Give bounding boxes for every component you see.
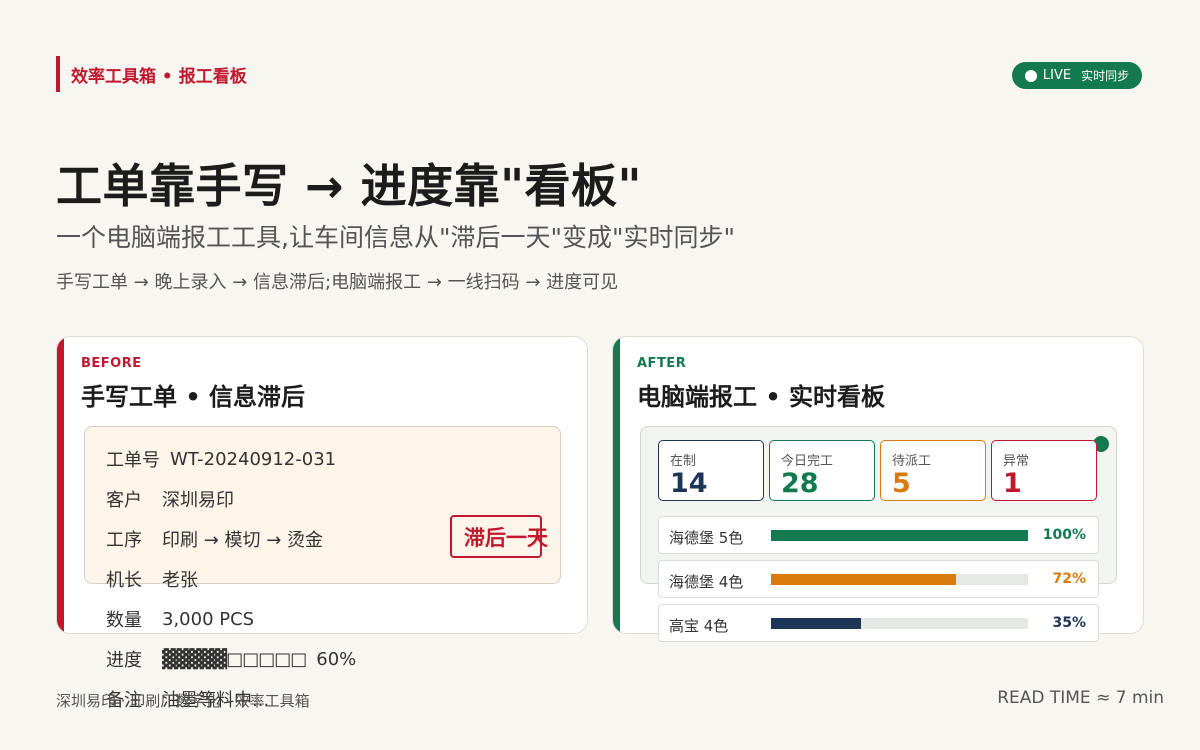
- before-accent-bar: [57, 337, 64, 633]
- order-label: 客户: [106, 490, 142, 511]
- after-tag: AFTER: [637, 356, 687, 371]
- order-value: 深圳易印: [162, 490, 234, 511]
- live-sub-label: 实时同步: [1081, 69, 1130, 83]
- machine-progress-track: [771, 574, 1028, 585]
- order-label: 工单号: [106, 450, 160, 471]
- before-title: 手写工单 • 信息滞后: [81, 383, 306, 411]
- stat-value: 14: [670, 468, 708, 499]
- machine-progress-fill: [771, 530, 1028, 541]
- live-status-badge: LIVE 实时同步: [1012, 62, 1142, 89]
- delay-stamp: 滞后一天: [450, 515, 548, 558]
- order-label: 进度: [106, 650, 142, 671]
- machine-row: 高宝 4色 35%: [658, 604, 1099, 642]
- machine-progress-track: [771, 530, 1028, 541]
- order-label: 数量: [106, 610, 142, 631]
- process-flow: 手写工单 → 晚上录入 → 信息滞后;电脑端报工 → 一线扫码 → 进度可见: [56, 272, 619, 293]
- machine-percent: 35%: [1052, 615, 1086, 631]
- page-headline: 工单靠手写 → 进度靠"看板": [56, 159, 643, 213]
- footer-credit: 深圳易印 · 印刷厂数字化 · 效率工具箱: [56, 692, 310, 710]
- stat-value: 28: [781, 468, 819, 499]
- order-label: 机长: [106, 570, 142, 591]
- before-tag: BEFORE: [81, 356, 142, 371]
- order-value: 60%: [316, 648, 357, 670]
- stat-card-exception: 异常 1: [991, 440, 1097, 501]
- machine-progress-fill: [771, 574, 957, 585]
- stat-card-done-today: 今日完工 28: [769, 440, 875, 501]
- order-row-number: 工单号 WT-20240912-031: [106, 446, 336, 472]
- live-dot-icon: [1024, 69, 1037, 82]
- page-subline: 一个电脑端报工工具,让车间信息从"滞后一天"变成"实时同步": [56, 223, 735, 252]
- stat-label: 在制: [670, 454, 697, 469]
- machine-row: 海德堡 4色 72%: [658, 560, 1099, 598]
- machine-name: 海德堡 5色: [669, 529, 744, 547]
- stat-value: 1: [1003, 468, 1022, 499]
- machine-progress-fill: [771, 618, 861, 629]
- order-label: 工序: [106, 530, 142, 551]
- progress-glyph-bar: ▓▓▓▓▓□□□□□: [162, 648, 307, 670]
- machine-percent: 100%: [1042, 527, 1086, 543]
- stat-label: 今日完工: [781, 454, 834, 469]
- after-title: 电脑端报工 • 实时看板: [637, 383, 886, 411]
- stat-value: 5: [892, 468, 911, 499]
- stat-card-pending: 待派工 5: [880, 440, 986, 501]
- order-value: 印刷 → 模切 → 烫金: [162, 530, 324, 551]
- order-row-process: 工序 印刷 → 模切 → 烫金: [106, 526, 323, 552]
- order-value: WT-20240912-031: [170, 448, 337, 470]
- machine-progress-track: [771, 618, 1028, 629]
- machine-row: 海德堡 5色 100%: [658, 516, 1099, 554]
- read-time: READ TIME ≈ 7 min: [997, 688, 1164, 708]
- order-row-progress: 进度 ▓▓▓▓▓□□□□□ 60%: [106, 646, 356, 672]
- order-value: 老张: [162, 570, 198, 591]
- live-label: LIVE: [1042, 68, 1072, 83]
- order-row-operator: 机长 老张: [106, 566, 198, 592]
- stat-card-wip: 在制 14: [658, 440, 764, 501]
- brand-title: 效率工具箱 • 报工看板: [56, 56, 247, 92]
- machine-name: 海德堡 4色: [669, 573, 744, 591]
- stat-label: 待派工: [892, 454, 932, 469]
- order-row-quantity: 数量 3,000 PCS: [106, 606, 254, 632]
- after-accent-bar: [613, 337, 620, 633]
- stat-label: 异常: [1003, 454, 1030, 469]
- machine-percent: 72%: [1052, 571, 1086, 587]
- order-value: 3,000 PCS: [162, 608, 255, 630]
- order-row-customer: 客户 深圳易印: [106, 486, 234, 512]
- machine-name: 高宝 4色: [669, 617, 729, 635]
